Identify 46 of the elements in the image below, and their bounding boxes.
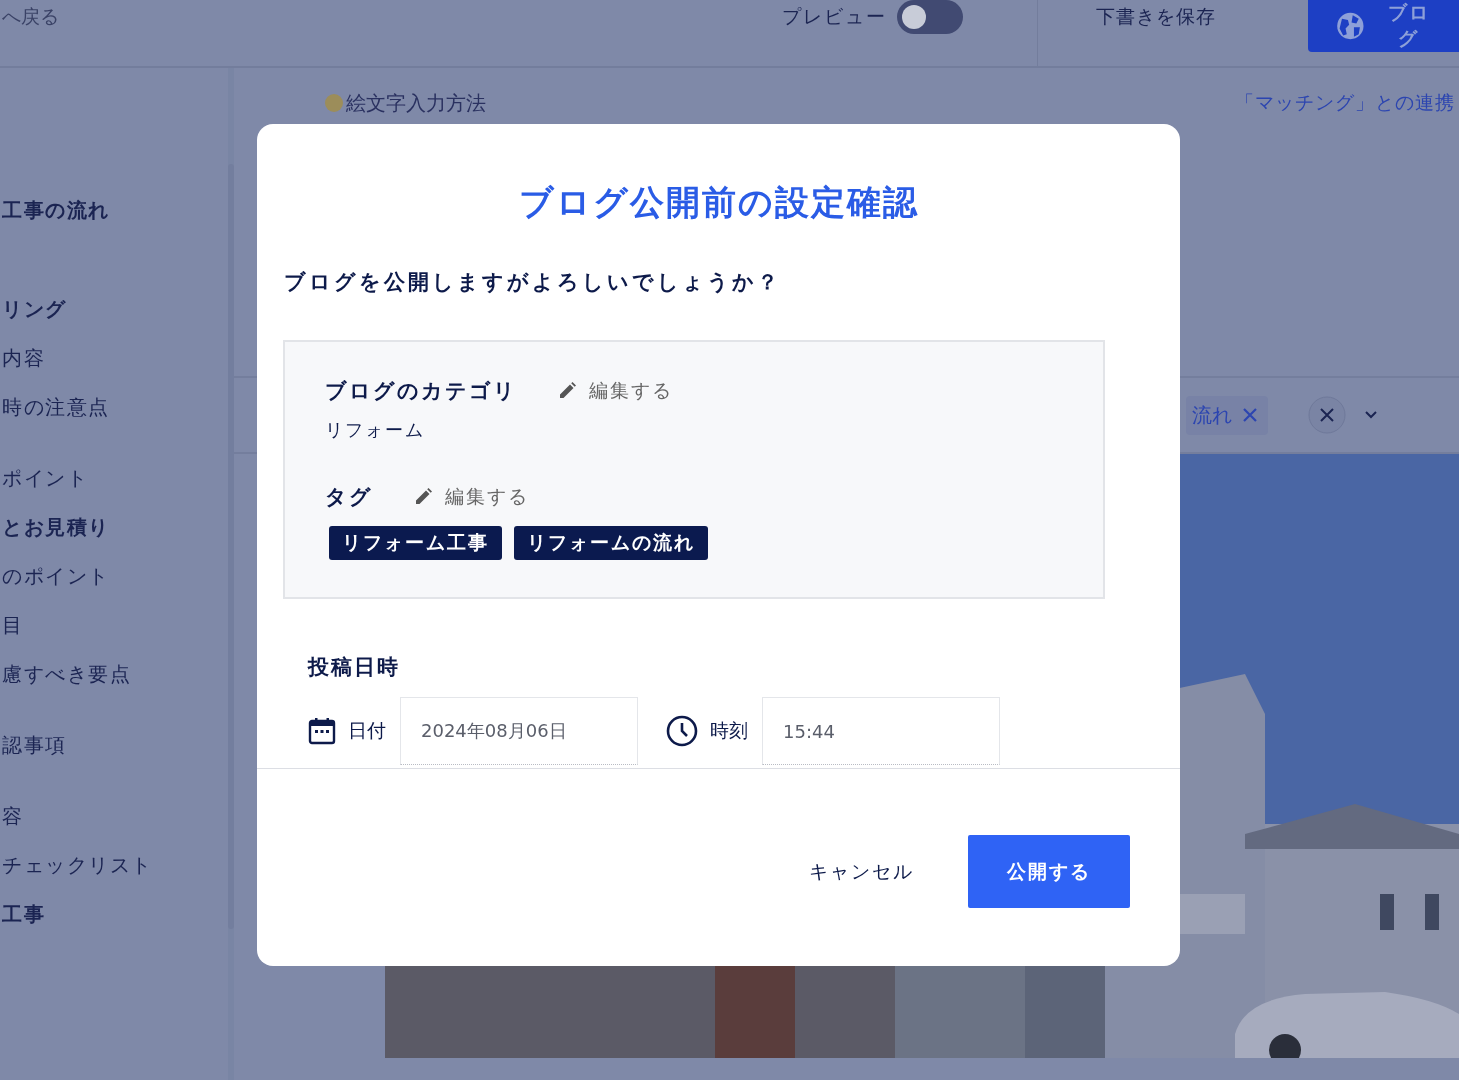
confirm-question: ブログを公開しますがよろしいでしょうか？ — [284, 269, 782, 296]
publish-blog-button[interactable]: ブログ — [1308, 0, 1459, 52]
back-link[interactable]: へ戻る — [2, 0, 782, 30]
remove-icon[interactable] — [1242, 407, 1258, 423]
pencil-icon — [557, 381, 577, 401]
date-field[interactable]: 2024年08月06日 — [400, 697, 638, 765]
date-label: 日付 — [348, 718, 386, 743]
outline-item[interactable]: 工事の流れ — [2, 198, 228, 222]
pencil-icon — [413, 487, 433, 507]
save-draft-button[interactable]: 下書きを保存 — [1096, 0, 1308, 30]
emoji-icon — [324, 93, 344, 113]
emoji-help-link[interactable]: 絵文字入力方法 — [346, 89, 486, 117]
tag-badge: リフォームの流れ — [514, 526, 708, 560]
tag-badge: リフォーム工事 — [329, 526, 502, 560]
tag-chip[interactable]: 流れ — [1186, 395, 1268, 435]
outline-item[interactable]: 時の注意点 — [2, 395, 228, 419]
outline-item[interactable]: 認事項 — [2, 733, 228, 757]
category-label: ブログのカテゴリ — [325, 378, 517, 405]
globe-icon — [1336, 11, 1365, 41]
time-label: 時刻 — [710, 718, 748, 743]
outline-item[interactable]: 目 — [2, 613, 228, 637]
preview-toggle[interactable] — [897, 0, 963, 34]
category-value: リフォーム — [325, 418, 426, 442]
edit-tags-link[interactable]: 編集する — [413, 484, 529, 510]
outline-item[interactable]: ポイント — [2, 466, 228, 490]
tags-label: タグ — [325, 484, 373, 511]
outline-item[interactable]: とお見積り — [2, 515, 228, 539]
clock-icon — [666, 715, 698, 747]
time-field[interactable]: 15:44 — [762, 697, 1000, 765]
outline-item[interactable]: のポイント — [2, 564, 228, 588]
outline-item[interactable]: 内容 — [2, 346, 228, 370]
matching-link[interactable]: 「マッチング」との連携 — [1235, 90, 1455, 116]
outline-item[interactable]: チェックリスト — [2, 853, 228, 877]
edit-category-link[interactable]: 編集する — [557, 378, 673, 404]
dialog-title: ブログ公開前の設定確認 — [517, 181, 920, 224]
outline-item[interactable]: 容 — [2, 804, 228, 828]
preview-label: プレビュー — [782, 4, 887, 29]
publish-button[interactable]: 公開する — [968, 835, 1130, 908]
chevron-down-icon[interactable] — [1364, 410, 1378, 420]
outline-item[interactable]: リング — [2, 297, 228, 321]
clear-icon[interactable] — [1308, 396, 1346, 434]
outline-item[interactable]: 慮すべき要点 — [2, 662, 228, 686]
cancel-button[interactable]: キャンセル — [803, 857, 920, 886]
outline-item[interactable]: 工事 — [2, 902, 228, 926]
calendar-icon — [308, 716, 336, 746]
post-datetime-label: 投稿日時 — [308, 654, 401, 681]
